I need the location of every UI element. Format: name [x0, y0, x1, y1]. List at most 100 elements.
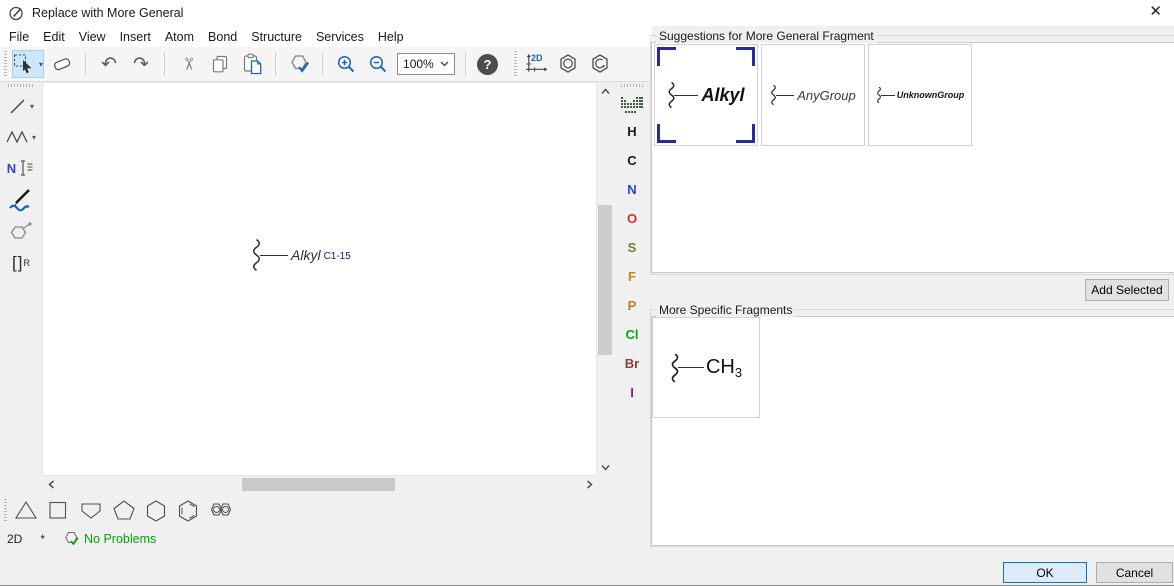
scroll-right-icon[interactable] — [582, 477, 596, 491]
anygroup-fragment: AnyGroup — [770, 85, 856, 105]
horizontal-scroll-thumb[interactable] — [242, 478, 395, 491]
element-button-s[interactable]: S — [613, 233, 651, 262]
structure-canvas[interactable]: Alkyl C1-15 — [42, 82, 597, 476]
menu-bond[interactable]: Bond — [201, 29, 244, 45]
tools-grip[interactable] — [8, 84, 34, 87]
toolbar-separator — [322, 52, 323, 76]
undo-button[interactable]: ↶ — [95, 50, 123, 78]
title-bar: Replace with More General ✕ — [0, 0, 1174, 26]
scroll-down-icon[interactable] — [598, 460, 612, 474]
suggestion-cards: Alkyl AnyGroup UnknownGroup — [654, 44, 972, 146]
element-button-o[interactable]: O — [613, 204, 651, 233]
bond-tool-caret-icon: ▾ — [30, 102, 34, 111]
shape-benzene-button[interactable] — [175, 498, 201, 522]
check-structure-button[interactable] — [285, 50, 313, 78]
add-selected-button[interactable]: Add Selected — [1085, 279, 1169, 301]
ring-templates-toolbar — [0, 494, 238, 526]
selection-corner-icon — [736, 47, 755, 66]
square-ring-icon — [45, 498, 71, 522]
canvas-fragment[interactable]: Alkyl C1-15 — [251, 239, 351, 271]
menu-file[interactable]: File — [2, 29, 36, 45]
menu-edit[interactable]: Edit — [36, 29, 72, 45]
scroll-up-icon[interactable] — [598, 84, 612, 98]
fused-rings-icon — [207, 500, 235, 520]
chain-tool-button[interactable]: ▾ — [6, 125, 36, 149]
atom-text-tool-button[interactable]: N — [7, 156, 35, 180]
zoom-level-select[interactable]: 100% — [397, 53, 455, 75]
bond-line — [678, 367, 704, 368]
element-button-br[interactable]: Br — [613, 349, 651, 378]
close-icon[interactable]: ✕ — [1149, 4, 1162, 19]
menu-services[interactable]: Services — [309, 29, 371, 45]
chain-tool-caret-icon: ▾ — [32, 133, 36, 142]
cut-button[interactable]: ✂ — [174, 50, 202, 78]
menu-insert[interactable]: Insert — [113, 29, 158, 45]
card-label-subscript: 3 — [735, 365, 742, 380]
element-toolbar: H C N O S F P Cl Br I — [613, 84, 651, 407]
periodic-table-button[interactable] — [621, 93, 643, 117]
element-button-cl[interactable]: Cl — [613, 320, 651, 349]
element-button-p[interactable]: P — [613, 291, 651, 320]
suggestion-card-anygroup[interactable]: AnyGroup — [761, 44, 865, 146]
redo-icon: ↷ — [133, 55, 149, 74]
cut-icon: ✂ — [178, 57, 198, 71]
shape-cyclopentane-button[interactable] — [111, 498, 137, 522]
suggestion-card-unknowngroup[interactable]: UnknownGroup — [868, 44, 972, 146]
fragment-label: Alkyl — [291, 247, 321, 263]
menu-atom[interactable]: Atom — [158, 29, 201, 45]
card-label: AnyGroup — [797, 88, 856, 103]
element-button-n[interactable]: N — [613, 175, 651, 204]
shape-cyclopropane-button[interactable] — [13, 498, 39, 522]
menu-help[interactable]: Help — [371, 29, 411, 45]
menu-view[interactable]: View — [72, 29, 113, 45]
zoom-out-button[interactable] — [364, 50, 392, 78]
chevron-down-icon — [440, 61, 449, 67]
triangle-ring-icon — [13, 498, 39, 522]
select-tool-button[interactable]: ▾ — [12, 50, 44, 78]
copy-button[interactable] — [206, 50, 234, 78]
element-button-i[interactable]: I — [613, 378, 651, 407]
eraser-icon — [51, 54, 73, 74]
shape-cyclopentane-down-button[interactable] — [77, 498, 105, 522]
clean-2d-button[interactable]: 2D — [522, 52, 550, 76]
zoom-in-button[interactable] — [332, 50, 360, 78]
shape-fused-rings-button[interactable] — [207, 500, 235, 520]
text-cursor-icon — [17, 159, 35, 177]
menu-structure[interactable]: Structure — [244, 29, 309, 45]
element-button-h[interactable]: H — [613, 117, 651, 146]
drawing-tools-column: ▾ ▾ N — [0, 84, 42, 275]
specific-card-ch3[interactable]: CH 3 — [652, 317, 760, 418]
card-label: Alkyl — [701, 85, 744, 106]
freehand-pen-tool-button[interactable] — [8, 187, 34, 213]
canvas-vertical-scrollbar[interactable] — [597, 82, 613, 476]
ok-button[interactable]: OK — [1003, 562, 1087, 583]
vertical-scroll-thumb[interactable] — [598, 205, 612, 355]
ring-perception-button[interactable] — [586, 50, 614, 78]
help-button[interactable]: ? — [477, 54, 498, 75]
toolbar-grip[interactable] — [514, 51, 517, 77]
shape-cyclobutane-button[interactable] — [45, 498, 71, 522]
suggestion-card-alkyl[interactable]: Alkyl — [654, 44, 758, 146]
structure-check-status[interactable]: No Problems — [63, 531, 156, 547]
shapes-grip[interactable] — [4, 499, 7, 521]
toolbar-grip[interactable] — [4, 51, 7, 77]
template-tool-button[interactable] — [9, 220, 33, 244]
redo-button[interactable]: ↷ — [127, 50, 155, 78]
eraser-tool-button[interactable] — [48, 50, 76, 78]
element-button-f[interactable]: F — [613, 262, 651, 291]
card-label: UnknownGroup — [897, 90, 965, 100]
aromatic-ring-button[interactable] — [554, 50, 582, 78]
canvas-horizontal-scrollbar[interactable] — [42, 477, 597, 492]
bond-line — [881, 95, 895, 96]
cancel-button[interactable]: Cancel — [1096, 562, 1173, 583]
element-button-c[interactable]: C — [613, 146, 651, 175]
shape-cyclohexane-button[interactable] — [143, 498, 169, 522]
scroll-left-icon[interactable] — [44, 477, 58, 491]
paste-button[interactable] — [238, 50, 266, 78]
bracket-tool-button[interactable]: [ ] R — [12, 251, 30, 275]
element-toolbar-grip[interactable] — [621, 84, 643, 87]
window-title: Replace with More General — [32, 6, 183, 20]
periodic-table-icon — [621, 97, 643, 114]
main-toolbar: ▾ ↶ ↷ ✂ — [0, 47, 652, 82]
bond-tool-button[interactable]: ▾ — [8, 94, 34, 118]
